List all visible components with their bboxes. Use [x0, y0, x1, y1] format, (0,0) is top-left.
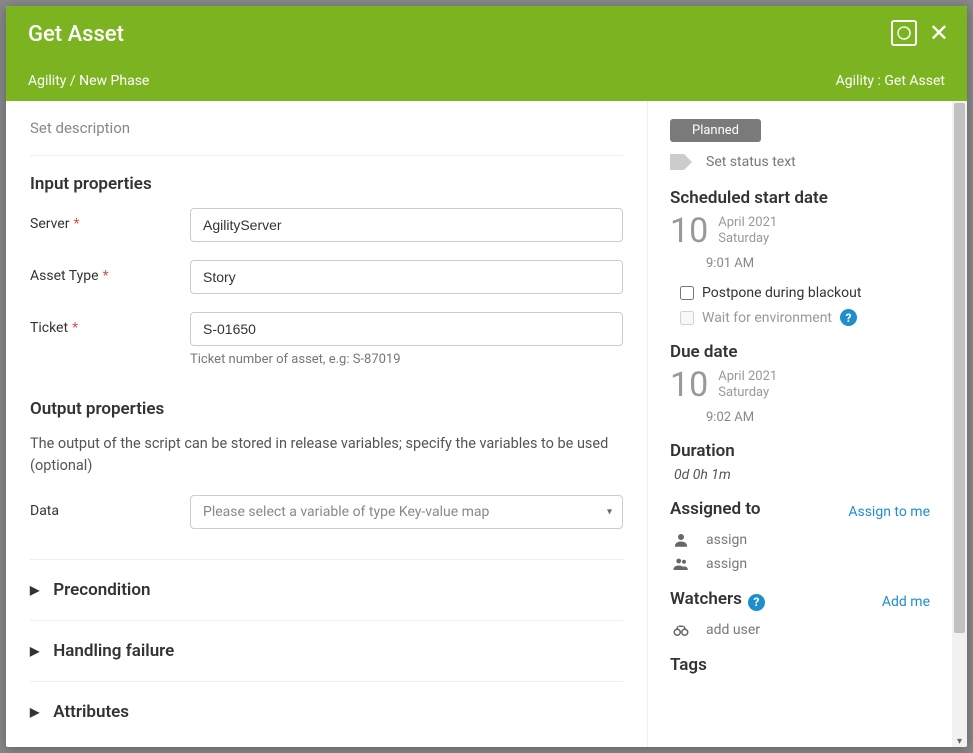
asset-type-label: Asset Type* [30, 260, 190, 284]
scroll-down-icon[interactable]: ▾ [952, 736, 967, 747]
assignee-team-field[interactable]: assign [672, 555, 930, 573]
ticket-input[interactable] [190, 312, 623, 346]
main-panel: Set description Input properties Server*… [6, 101, 648, 747]
watcher-field[interactable]: add user [672, 621, 930, 639]
close-icon[interactable]: ✕ [929, 21, 949, 45]
attributes-accordion[interactable]: ▶ Attributes [30, 681, 623, 742]
tags-heading: Tags [670, 655, 930, 675]
data-select[interactable]: Please select a variable of type Key-val… [190, 495, 623, 529]
flag-icon [670, 154, 692, 170]
chevron-right-icon: ▶ [30, 644, 39, 658]
chevron-right-icon: ▶ [30, 583, 39, 597]
postpone-blackout-checkbox[interactable]: Postpone during blackout [680, 285, 930, 301]
due-date-block[interactable]: 10 April 2021 Saturday [670, 368, 930, 402]
duration-heading: Duration [670, 441, 930, 461]
brand-icon [891, 20, 917, 46]
scroll-thumb[interactable] [954, 103, 965, 633]
status-text-field[interactable]: Set status text [706, 154, 796, 170]
due-time[interactable]: 9:02 AM [706, 410, 930, 425]
due-date-heading: Due date [670, 342, 930, 362]
ticket-label: Ticket* [30, 312, 190, 336]
add-me-link[interactable]: Add me [882, 594, 930, 610]
output-properties-heading: Output properties [30, 399, 623, 419]
task-modal: Get Asset ✕ Agility / New Phase Agility … [6, 6, 967, 747]
ticket-hint: Ticket number of asset, e.g: S-87019 [190, 352, 623, 367]
assign-to-me-link[interactable]: Assign to me [848, 504, 930, 520]
assigned-to-heading: Assigned to [670, 499, 760, 519]
scrollbar[interactable]: ▴ ▾ [952, 101, 967, 747]
binoculars-icon [672, 621, 690, 639]
input-properties-heading: Input properties [30, 174, 623, 194]
user-icon [672, 531, 690, 549]
chevron-right-icon: ▶ [30, 705, 39, 719]
handling-failure-accordion[interactable]: ▶ Handling failure [30, 620, 623, 681]
server-input[interactable] [190, 208, 623, 242]
watchers-heading: Watchers [670, 589, 742, 609]
start-date-block[interactable]: 10 April 2021 Saturday [670, 214, 930, 248]
server-label: Server* [30, 208, 190, 232]
modal-header: Get Asset ✕ Agility / New Phase Agility … [6, 6, 967, 101]
side-panel: Planned Set status text Scheduled start … [648, 101, 952, 747]
asset-type-input[interactable] [190, 260, 623, 294]
context-label: Agility : Get Asset [836, 73, 945, 89]
description-field[interactable]: Set description [30, 119, 623, 156]
output-description: The output of the script can be stored i… [30, 433, 623, 477]
start-time[interactable]: 9:01 AM [706, 256, 930, 271]
wait-environment-checkbox: Wait for environment ? [680, 309, 930, 326]
duration-value: 0d 0h 1m [674, 467, 930, 483]
help-icon[interactable]: ? [748, 594, 765, 611]
scheduled-start-heading: Scheduled start date [670, 188, 930, 208]
status-badge: Planned [670, 119, 761, 142]
help-icon[interactable]: ? [840, 309, 857, 326]
precondition-accordion[interactable]: ▶ Precondition [30, 559, 623, 620]
assignee-user-field[interactable]: assign [672, 531, 930, 549]
modal-title: Get Asset [28, 22, 945, 47]
data-label: Data [30, 495, 190, 519]
breadcrumb[interactable]: Agility / New Phase [28, 73, 149, 89]
team-icon [672, 555, 690, 573]
